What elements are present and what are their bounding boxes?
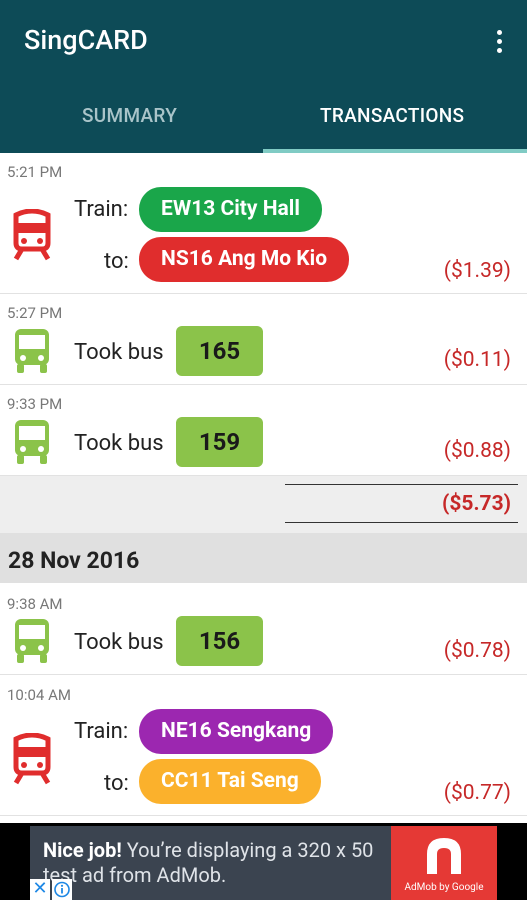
transaction-time: 9:38 AM bbox=[7, 595, 63, 613]
transaction-row-bus[interactable]: 5:27 PM Took bus 165 ($0.11) bbox=[0, 294, 527, 385]
to-station-badge: NS16 Ang Mo Kio bbox=[139, 237, 350, 282]
bus-icon bbox=[15, 619, 49, 663]
app-title: SingCARD bbox=[24, 24, 148, 56]
admob-logo: AdMob by Google bbox=[391, 826, 497, 900]
ad-info-icon[interactable] bbox=[52, 879, 72, 900]
bus-icon bbox=[15, 329, 49, 373]
ad-text: Nice job! You’re displaying a 320 x 50 t… bbox=[43, 838, 393, 888]
transaction-list[interactable]: 5:21 PM Train: EW13 City Hall to: NS16 A… bbox=[0, 153, 527, 823]
transaction-row-bus[interactable]: 9:38 AM Took bus 156 ($0.78) bbox=[0, 584, 527, 675]
took-bus-label: Took bus bbox=[74, 630, 164, 655]
total-divider-bottom bbox=[285, 522, 518, 523]
train-icon bbox=[13, 733, 51, 785]
bus-number-badge: 159 bbox=[176, 417, 263, 467]
train-label: Train: bbox=[74, 197, 129, 222]
ad-headline: Nice job! bbox=[43, 838, 122, 862]
app-bar: SingCARD SUMMARY TRANSACTIONS bbox=[0, 0, 527, 153]
day-total-row: ($5.73) bbox=[0, 476, 527, 533]
day-total-amount: ($5.73) bbox=[442, 492, 511, 516]
bus-number-badge: 165 bbox=[176, 326, 263, 376]
to-station-badge: CC11 Tai Seng bbox=[139, 759, 321, 804]
transaction-amount: ($0.88) bbox=[443, 439, 511, 463]
date-header: 28 Nov 2016 bbox=[0, 533, 527, 583]
transaction-time: 5:21 PM bbox=[7, 163, 63, 181]
to-label: to: bbox=[104, 771, 129, 796]
admob-by-google: AdMob by Google bbox=[404, 882, 484, 893]
date-header-text: 28 Nov 2016 bbox=[8, 547, 140, 574]
total-divider-top bbox=[285, 484, 518, 485]
transaction-amount: ($0.77) bbox=[443, 781, 511, 805]
admob-icon bbox=[427, 838, 461, 874]
ad-close-icon[interactable]: ✕ bbox=[30, 879, 50, 900]
took-bus-label: Took bus bbox=[74, 340, 164, 365]
transaction-row-train[interactable]: 5:21 PM Train: EW13 City Hall to: NS16 A… bbox=[0, 153, 527, 294]
transaction-amount: ($0.78) bbox=[443, 639, 511, 663]
ad-content[interactable]: Nice job! You’re displaying a 320 x 50 t… bbox=[30, 826, 497, 900]
bus-number-badge: 156 bbox=[176, 616, 263, 666]
transaction-time: 5:27 PM bbox=[7, 304, 63, 322]
transaction-row-train[interactable]: 10:04 AM Train: NE16 Sengkang to: CC11 T… bbox=[0, 675, 527, 816]
took-bus-label: Took bus bbox=[74, 431, 164, 456]
tab-summary[interactable]: SUMMARY bbox=[82, 104, 177, 127]
train-label: Train: bbox=[74, 719, 129, 744]
transaction-amount: ($1.39) bbox=[443, 259, 511, 283]
bus-icon bbox=[15, 420, 49, 464]
transaction-time: 9:33 PM bbox=[7, 395, 63, 413]
ad-banner[interactable]: Nice job! You’re displaying a 320 x 50 t… bbox=[0, 823, 527, 900]
from-station-badge: NE16 Sengkang bbox=[139, 709, 334, 754]
to-label: to: bbox=[104, 249, 129, 274]
transaction-time: 10:04 AM bbox=[7, 686, 71, 704]
tab-transactions[interactable]: TRANSACTIONS bbox=[320, 104, 464, 127]
transaction-amount: ($0.11) bbox=[443, 348, 511, 372]
train-icon bbox=[13, 209, 51, 261]
transaction-row-bus[interactable]: 9:33 PM Took bus 159 ($0.88) bbox=[0, 385, 527, 476]
from-station-badge: EW13 City Hall bbox=[139, 187, 322, 232]
overflow-menu-icon[interactable] bbox=[497, 30, 503, 54]
